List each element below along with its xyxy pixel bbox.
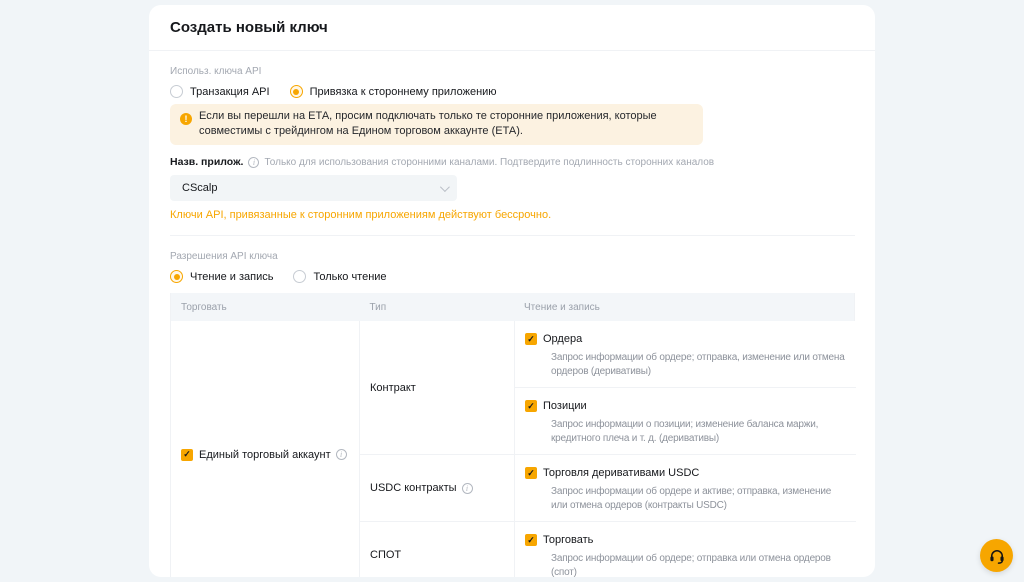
usdc-trading-description: Запрос информации об ордере и активе; от… [551, 485, 846, 513]
usage-section: Использ. ключа API Транзакция API Привяз… [149, 66, 875, 235]
radio-transaction-api-label: Транзакция API [190, 86, 270, 98]
usdc-trading-label: Торговля деривативами USDC [543, 467, 699, 479]
permissions-radio-group: Чтение и запись Только чтение [170, 270, 855, 283]
permission-usdc-trading-cell: ✓ Торговля деривативами USDC Запрос инфо… [515, 454, 856, 521]
positions-description: Запрос информации о позиции; изменение б… [551, 418, 846, 446]
positions-checkbox[interactable]: ✓ [525, 400, 537, 412]
radio-selected-icon [170, 270, 183, 283]
radio-unselected-icon [293, 270, 306, 283]
permission-spot-trade-cell: ✓ Торговать Запрос информации об ордере;… [515, 521, 856, 577]
create-api-key-modal: Создать новый ключ Использ. ключа API Тр… [149, 5, 875, 577]
radio-transaction-api[interactable]: Транзакция API [170, 85, 270, 98]
spot-trade-checkbox[interactable]: ✓ [525, 534, 537, 546]
radio-read-write-label: Чтение и запись [190, 271, 273, 283]
type-spot-label: СПОТ [370, 549, 401, 561]
header-trade: Торговать [171, 302, 359, 313]
type-spot-cell: СПОТ [360, 521, 515, 577]
info-icon[interactable]: i [248, 157, 259, 168]
page-title: Создать новый ключ [170, 19, 875, 36]
app-name-dropdown[interactable]: CScalp [170, 175, 457, 201]
orders-label: Ордера [543, 333, 582, 345]
permissions-table-body: ✓ Единый торговый аккаунт i Контракт USD… [171, 321, 854, 577]
usage-section-label: Использ. ключа API [170, 66, 855, 77]
section-divider [170, 235, 855, 236]
unified-account-checkbox[interactable]: ✓ [181, 449, 193, 461]
unified-account-label: Единый торговый аккаунт [199, 449, 331, 461]
header-type: Тип [359, 302, 514, 313]
usage-radio-group: Транзакция API Привязка к стороннему при… [170, 85, 855, 98]
info-icon[interactable]: i [336, 449, 347, 460]
radio-selected-icon [290, 85, 303, 98]
type-contract-label: Контракт [370, 382, 416, 394]
eta-warning-banner: ! Если вы перешли на ЕТА, просим подключ… [170, 104, 703, 145]
type-usdc-label: USDC контракты [370, 482, 457, 494]
permissions-section-label: Разрешения API ключа [170, 251, 855, 262]
radio-read-write[interactable]: Чтение и запись [170, 270, 273, 283]
usdc-trading-checkbox[interactable]: ✓ [525, 467, 537, 479]
app-name-label: Назв. прилож. [170, 156, 243, 168]
orders-description: Запрос информации об ордере; отправка, и… [551, 351, 846, 379]
perpetual-key-note: Ключи API, привязанные к сторонним прило… [170, 209, 855, 221]
positions-label: Позиции [543, 400, 587, 412]
permission-positions-cell: ✓ Позиции Запрос информации о позиции; и… [515, 387, 856, 454]
radio-unselected-icon [170, 85, 183, 98]
support-fab-button[interactable] [980, 539, 1013, 572]
permission-orders-cell: ✓ Ордера Запрос информации об ордере; от… [515, 321, 856, 387]
eta-warning-text: Если вы перешли на ЕТА, просим подключат… [199, 109, 689, 139]
unified-account-cell: ✓ Единый торговый аккаунт i [171, 321, 360, 577]
spot-trade-label: Торговать [543, 534, 593, 546]
spot-trade-description: Запрос информации об ордере; отправка ил… [551, 552, 846, 577]
permissions-table: Торговать Тип Чтение и запись ✓ Единый т… [170, 293, 855, 577]
modal-header: Создать новый ключ [149, 5, 875, 51]
radio-third-party-binding[interactable]: Привязка к стороннему приложению [290, 85, 497, 98]
orders-checkbox[interactable]: ✓ [525, 333, 537, 345]
radio-read-only[interactable]: Только чтение [293, 270, 386, 283]
permissions-table-header: Торговать Тип Чтение и запись [171, 293, 854, 321]
warning-icon: ! [180, 113, 192, 125]
chevron-down-icon [440, 182, 450, 192]
permissions-section: Разрешения API ключа Чтение и запись Тол… [149, 251, 875, 577]
info-icon[interactable]: i [462, 483, 473, 494]
app-name-dropdown-value: CScalp [182, 182, 217, 194]
app-name-row: Назв. прилож. i Только для использования… [170, 156, 855, 168]
headset-icon [988, 547, 1006, 565]
radio-read-only-label: Только чтение [313, 271, 386, 283]
type-usdc-cell: USDC контракты i [360, 454, 515, 521]
type-contract-cell: Контракт [360, 321, 515, 454]
app-name-helper: Только для использования сторонними кана… [264, 157, 714, 168]
header-read-write: Чтение и запись [514, 302, 854, 313]
radio-third-party-binding-label: Привязка к стороннему приложению [310, 86, 497, 98]
